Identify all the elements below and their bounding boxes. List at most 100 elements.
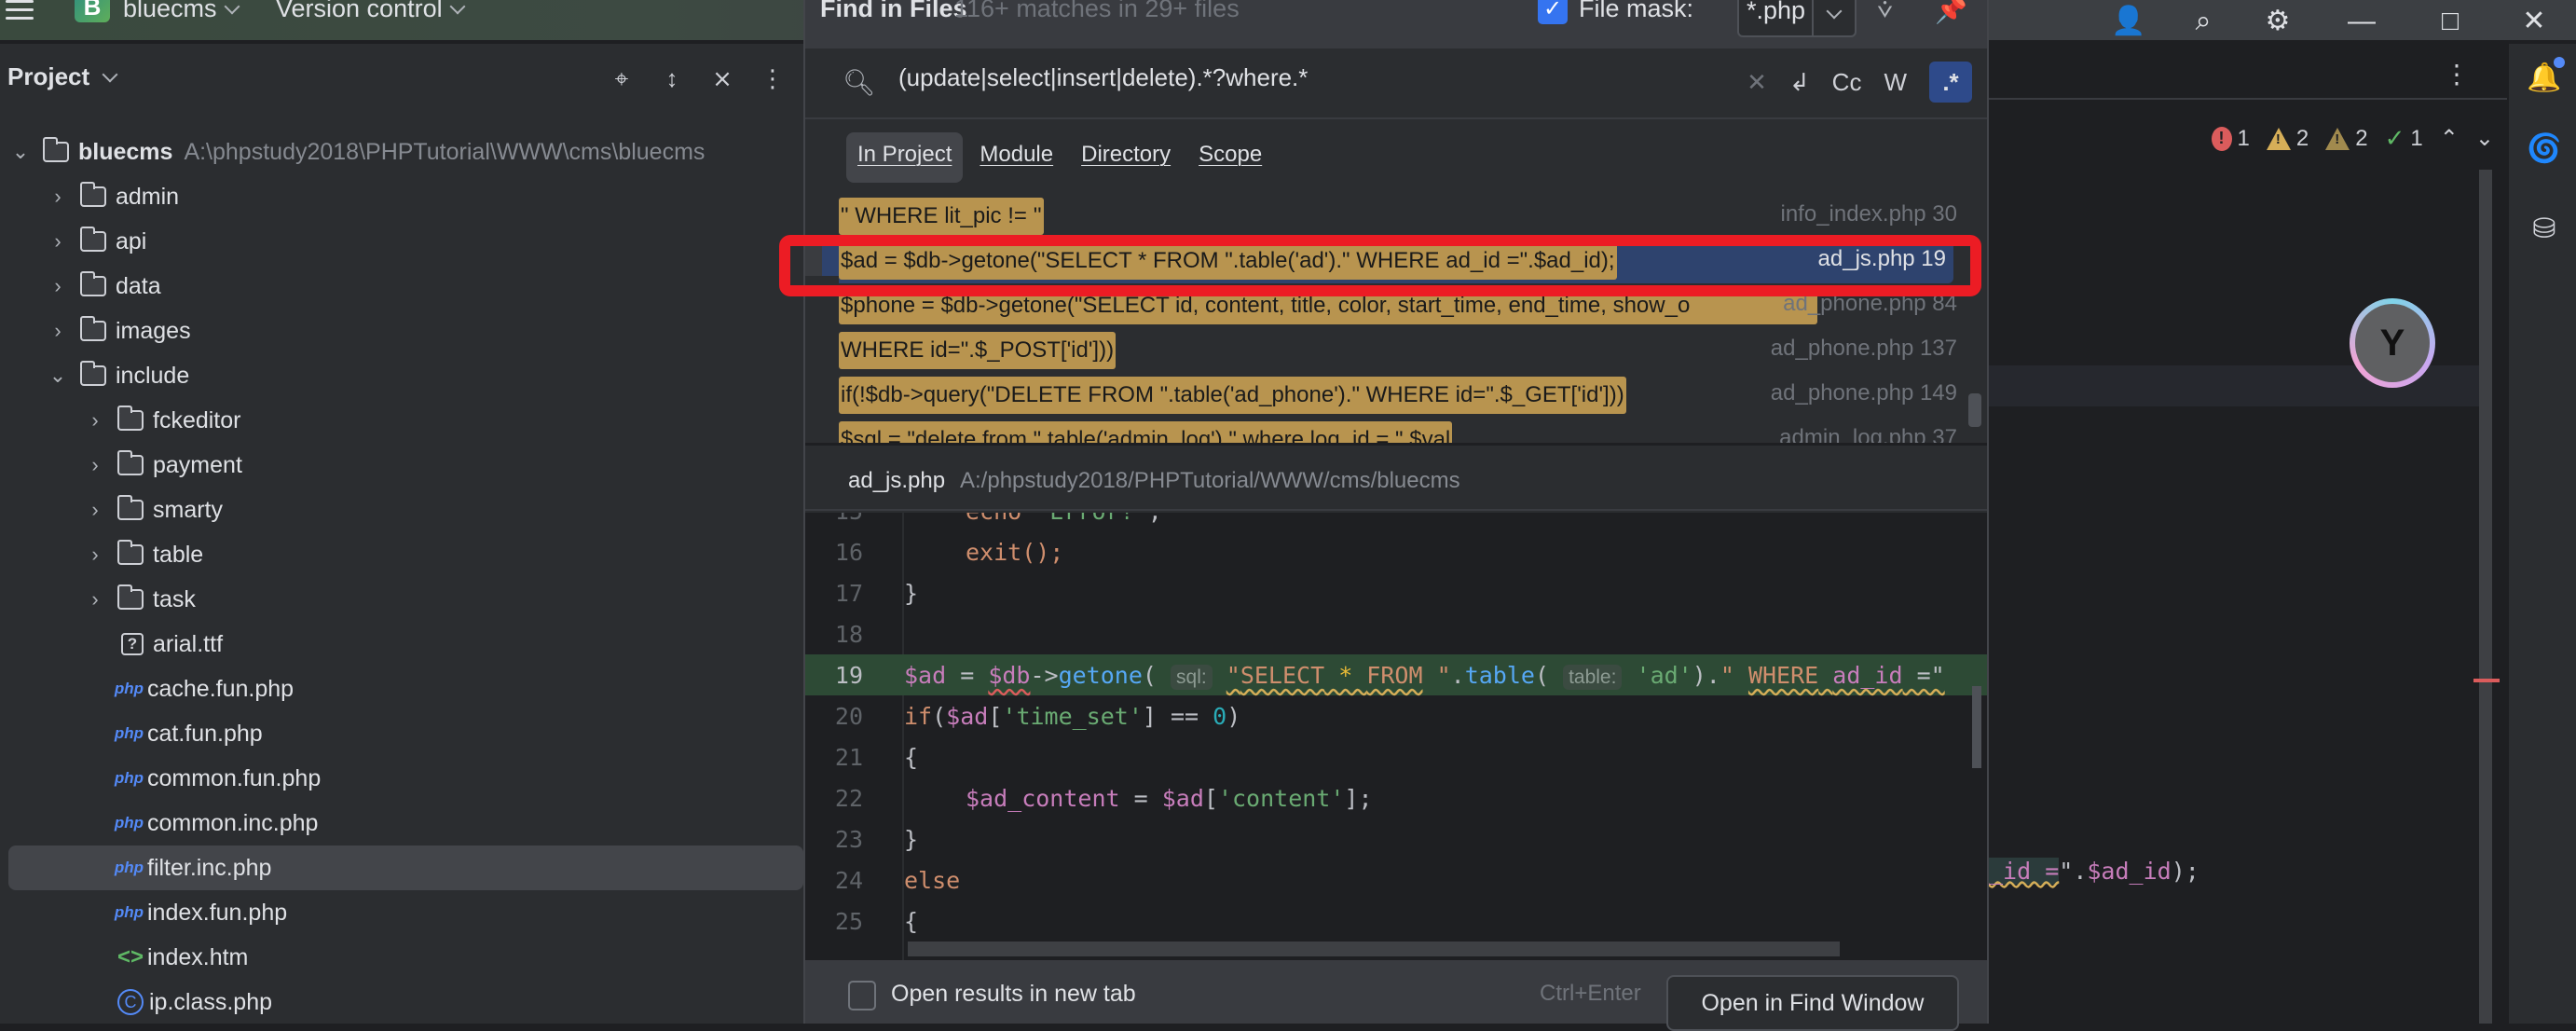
collapsed-chevron-icon[interactable]: ›	[48, 185, 67, 209]
filter-icon[interactable]: ⩒	[1877, 0, 1893, 25]
file-mask-dropdown[interactable]	[1814, 0, 1855, 35]
result-row[interactable]: WHERE id=".$_POST['id'])) ad_phone.php 1…	[805, 328, 1987, 373]
search-everywhere-icon[interactable]: ⌕	[2166, 0, 2240, 42]
tree-item[interactable]: › payment	[0, 443, 803, 488]
find-dialog-header[interactable]: Find in Files 116+ matches in 29+ files …	[805, 0, 1987, 48]
tree-item[interactable]: › images	[0, 309, 803, 353]
minimize-icon[interactable]: —	[2315, 0, 2408, 42]
tree-item[interactable]: › fckeditor	[0, 398, 803, 443]
tree-item[interactable]: <> index.htm	[0, 935, 803, 980]
inspection-widget[interactable]: !1 2 2 ✓1 ⌃ ⌄	[2211, 124, 2494, 153]
tree-item-label: common.inc.php	[147, 809, 319, 836]
search-history-icon[interactable]: 🔍︎	[843, 67, 876, 98]
tree-item[interactable]: php common.inc.php	[0, 801, 803, 845]
code-vertical-scrollbar[interactable]	[1972, 686, 1981, 768]
result-row-selected[interactable]: $ad = $db->getone("SELECT * FROM ".table…	[805, 239, 1953, 283]
add-user-icon[interactable]: 👤	[2091, 0, 2166, 42]
tree-item[interactable]: php index.fun.php	[0, 890, 803, 935]
errors-count[interactable]: ! 1	[2211, 126, 2250, 152]
collapse-all-icon[interactable]: ⨯	[710, 64, 734, 94]
code-line: 22 $ad_content = $ad['content'];	[805, 777, 1987, 818]
tree-item[interactable]: ? arial.ttf	[0, 622, 803, 667]
maximize-icon[interactable]: □	[2408, 0, 2492, 42]
prev-problem-icon[interactable]: ⌃	[2440, 125, 2459, 152]
editor-scrollbar[interactable]	[2479, 170, 2492, 1024]
tree-item[interactable]: › task	[0, 577, 803, 622]
code-horizontal-scrollbar[interactable]	[908, 942, 1840, 956]
scope-tab-in-project[interactable]: In Project	[846, 132, 964, 183]
vcs-menu[interactable]: Version control	[276, 0, 466, 23]
warnings-count[interactable]: 2	[2266, 126, 2309, 152]
collapsed-chevron-icon[interactable]: ›	[86, 453, 104, 477]
result-row[interactable]: $sql = "delete from ".table('admin_log')…	[805, 418, 1987, 443]
project-badge[interactable]: B	[75, 0, 110, 22]
tree-item[interactable]: › admin	[0, 174, 803, 219]
collapsed-chevron-icon[interactable]: ›	[86, 543, 104, 567]
code-line: 21 {	[805, 736, 1987, 777]
scope-tab-scope[interactable]: Scope	[1187, 132, 1273, 183]
tree-item[interactable]: Cip.class.php	[0, 980, 803, 1024]
result-row[interactable]: " WHERE lit_pic != '' info_index.php 30	[805, 194, 1987, 239]
ai-assistant-button[interactable]: Y	[2350, 298, 2435, 388]
project-switcher[interactable]: bluecms	[123, 0, 240, 23]
collapsed-chevron-icon[interactable]: ›	[48, 319, 67, 343]
clear-search-icon[interactable]: ✕	[1747, 68, 1767, 97]
collapsed-chevron-icon[interactable]: ›	[86, 498, 104, 522]
scope-tab-module[interactable]: Module	[968, 132, 1064, 183]
match-case-toggle[interactable]: Cc	[1832, 68, 1862, 97]
tree-item[interactable]: php filter.inc.php	[8, 845, 803, 890]
whole-words-toggle[interactable]: W	[1884, 68, 1907, 97]
expand-all-icon[interactable]: ↕	[660, 64, 684, 94]
open-in-find-window-button[interactable]: Open in Find Window	[1666, 975, 1959, 1031]
result-row[interactable]: if(!$db->query("DELETE FROM ".table('ad_…	[805, 373, 1987, 418]
open-new-tab-label[interactable]: Open results in new tab	[891, 981, 1136, 1008]
code-preview[interactable]: 15 echo "Error!"; 16 exit(); 17 } 18 19 …	[805, 513, 1987, 960]
tree-item[interactable]: php cat.fun.php	[0, 711, 803, 756]
collapsed-chevron-icon[interactable]: ›	[48, 229, 67, 254]
file-mask-combobox[interactable]: *.php	[1737, 0, 1857, 37]
expanded-chevron-icon[interactable]: ⌄	[11, 140, 30, 164]
tree-item[interactable]: › data	[0, 264, 803, 309]
settings-gear-icon[interactable]: ⚙	[2240, 0, 2315, 42]
file-mask-value[interactable]: *.php	[1739, 0, 1814, 35]
regex-toggle[interactable]: .*	[1929, 62, 1972, 103]
collapsed-chevron-icon[interactable]: ›	[48, 274, 67, 298]
tree-item-label: common.fun.php	[147, 764, 322, 791]
tree-item[interactable]: › table	[0, 532, 803, 577]
editor-more-icon[interactable]: ⋮	[2444, 59, 2470, 89]
result-file: ad_phone.php 137	[1770, 336, 1957, 361]
expanded-chevron-icon[interactable]: ⌄	[48, 364, 67, 388]
result-row[interactable]: $phone = $db->getone("SELECT id, content…	[805, 283, 1987, 328]
project-panel-header[interactable]: Project	[7, 62, 118, 91]
scope-tab-directory[interactable]: Directory	[1070, 132, 1182, 183]
ai-spiral-icon[interactable]: 🌀	[2526, 130, 2563, 167]
tree-item[interactable]: php common.fun.php	[0, 756, 803, 801]
collapsed-chevron-icon[interactable]: ›	[86, 408, 104, 433]
find-dialog-title: Find in Files	[820, 0, 967, 22]
tree-root[interactable]: ⌄ bluecms A:\phpstudy2018\PHPTutorial\WW…	[0, 130, 803, 174]
php-file-icon: php	[114, 724, 144, 742]
collapsed-chevron-icon[interactable]: ›	[86, 587, 104, 612]
more-options-icon[interactable]: ⋮	[760, 64, 785, 94]
open-new-tab-checkbox[interactable]	[848, 981, 876, 1010]
file-mask-checkbox[interactable]: ✓	[1538, 0, 1568, 24]
result-text: if(!$db->query("DELETE FROM ".table('ad_…	[839, 377, 1626, 414]
database-icon[interactable]: ⛁	[2526, 210, 2563, 247]
weak-warning-icon	[2325, 127, 2350, 150]
close-window-icon[interactable]: ✕	[2492, 0, 2576, 42]
weak-warnings-count[interactable]: 2	[2325, 126, 2368, 152]
typos-count[interactable]: ✓ 1	[2385, 124, 2423, 153]
new-line-icon[interactable]: ↲	[1789, 68, 1810, 97]
pin-icon[interactable]: 📌	[1935, 0, 1967, 25]
notifications-bell-icon[interactable]: 🔔	[2526, 57, 2565, 96]
tree-item[interactable]: › smarty	[0, 488, 803, 532]
tree-item[interactable]: php cache.fun.php	[0, 667, 803, 711]
locate-file-icon[interactable]: ⌖	[610, 64, 634, 94]
error-stripe-marker[interactable]	[2473, 679, 2500, 682]
tree-item[interactable]: › api	[0, 219, 803, 264]
main-menu-icon[interactable]	[6, 0, 34, 20]
results-scrollbar[interactable]	[1968, 393, 1981, 427]
next-problem-icon[interactable]: ⌄	[2475, 125, 2494, 152]
tree-item[interactable]: ⌄ include	[0, 353, 803, 398]
search-input[interactable]	[898, 63, 1737, 92]
